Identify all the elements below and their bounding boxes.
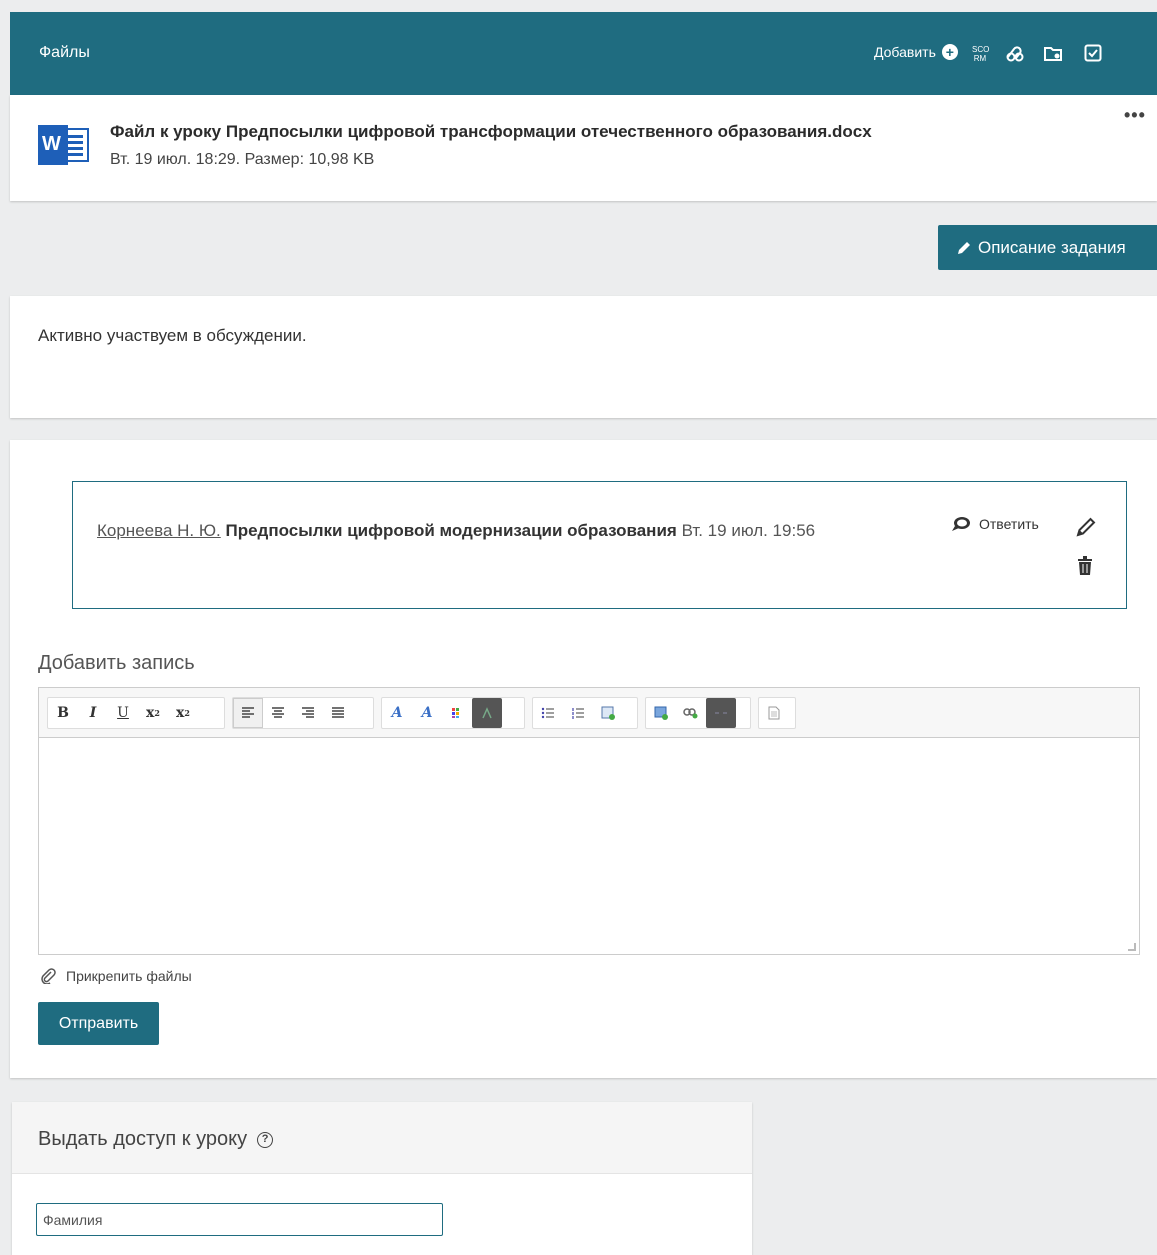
comment-date: Вт. 19 июл. 19:56: [681, 521, 816, 540]
image-insert-icon[interactable]: [646, 698, 676, 728]
files-title: Файлы: [39, 44, 90, 61]
list-group: [532, 697, 638, 729]
comment-author-link[interactable]: Корнеева Н. Ю.: [97, 521, 221, 540]
scorm-button[interactable]: SCO RM: [972, 45, 990, 65]
task-description-button[interactable]: Описание задания: [938, 225, 1157, 270]
numbered-list-icon[interactable]: [563, 698, 593, 728]
attach-files-label: Прикрепить файлы: [66, 968, 192, 984]
align-group: [232, 697, 374, 729]
resize-handle-icon[interactable]: [1128, 943, 1136, 951]
word-letter: W: [42, 133, 61, 155]
rich-text-editor: B I U x2 x2 A A: [38, 687, 1140, 955]
add-file-button[interactable]: Добавить +: [874, 44, 958, 60]
align-center-icon[interactable]: [263, 698, 293, 728]
scorm-label-top: SCO: [972, 45, 990, 54]
align-justify-icon[interactable]: [323, 698, 353, 728]
comment: Корнеева Н. Ю. Предпосылки цифровой моде…: [72, 481, 1127, 609]
word-document-icon: W: [38, 123, 90, 167]
access-header: Выдать доступ к уроку ?: [12, 1102, 752, 1174]
superscript-icon[interactable]: x2: [168, 698, 198, 728]
color-palette-icon[interactable]: [442, 698, 472, 728]
reply-button[interactable]: Ответить: [951, 516, 1039, 532]
edit-pencil-icon[interactable]: [1075, 516, 1097, 538]
access-panel: Выдать доступ к уроку ?: [12, 1102, 752, 1255]
format-group: B I U x2 x2: [47, 697, 225, 729]
font-size-icon[interactable]: A: [412, 698, 442, 728]
link-icon[interactable]: [1004, 44, 1026, 64]
surname-input[interactable]: [36, 1203, 443, 1236]
html-source-icon[interactable]: [759, 698, 789, 728]
file-meta: Вт. 19 июл. 18:29. Размер: 10,98 KB: [110, 151, 375, 168]
comment-title: Предпосылки цифровой модернизации образо…: [225, 521, 677, 540]
folder-link-icon[interactable]: [1042, 44, 1064, 64]
attach-files-button[interactable]: Прикрепить файлы: [40, 968, 192, 984]
insert-group: [645, 697, 751, 729]
source-group: [758, 697, 796, 729]
bullet-list-icon[interactable]: [533, 698, 563, 728]
comment-line: Корнеева Н. Ю. Предпосылки цифровой моде…: [97, 518, 907, 544]
speech-bubble-icon: [952, 517, 970, 531]
task-description-label: Описание задания: [978, 237, 1126, 257]
bold-icon[interactable]: B: [48, 698, 78, 728]
pencil-icon: [958, 241, 970, 254]
highlight-icon[interactable]: [472, 698, 502, 728]
access-title-text: Выдать доступ к уроку: [38, 1128, 248, 1150]
subscript-icon[interactable]: x2: [138, 698, 168, 728]
font-style-icon[interactable]: A: [382, 698, 412, 728]
unlink-icon[interactable]: [706, 698, 736, 728]
more-options-icon[interactable]: •••: [1124, 105, 1146, 126]
checkbox-icon[interactable]: [1082, 44, 1104, 64]
scorm-label-bottom: RM: [973, 54, 987, 63]
task-panel: Активно участвуем в обсуждении.: [10, 296, 1157, 418]
reply-label: Ответить: [979, 516, 1039, 532]
file-item: W Файл к уроку Предпосылки цифровой тран…: [10, 95, 1157, 201]
add-label: Добавить: [874, 44, 936, 60]
italic-icon[interactable]: I: [78, 698, 108, 728]
plus-circle-icon: +: [941, 44, 958, 60]
add-entry-title: Добавить запись: [38, 652, 195, 674]
discussion-panel: Корнеева Н. Ю. Предпосылки цифровой моде…: [10, 440, 1157, 1078]
access-title: Выдать доступ к уроку ?: [38, 1128, 274, 1151]
font-group: A A: [381, 697, 525, 729]
editor-text-area[interactable]: [39, 738, 1139, 954]
align-left-icon[interactable]: [233, 698, 263, 728]
task-text: Активно участвуем в обсуждении.: [38, 326, 307, 345]
file-name[interactable]: Файл к уроку Предпосылки цифровой трансф…: [110, 122, 872, 142]
align-right-icon[interactable]: [293, 698, 323, 728]
send-button[interactable]: Отправить: [38, 1002, 159, 1045]
files-header: Файлы Добавить + SCO RM: [10, 12, 1157, 95]
underline-icon[interactable]: U: [108, 698, 138, 728]
trash-icon[interactable]: [1075, 554, 1095, 576]
editor-toolbar: B I U x2 x2 A A: [39, 688, 1139, 738]
help-icon[interactable]: ?: [257, 1131, 274, 1148]
link-insert-icon[interactable]: [676, 698, 706, 728]
paperclip-icon: [41, 968, 56, 984]
table-insert-icon[interactable]: [593, 698, 623, 728]
